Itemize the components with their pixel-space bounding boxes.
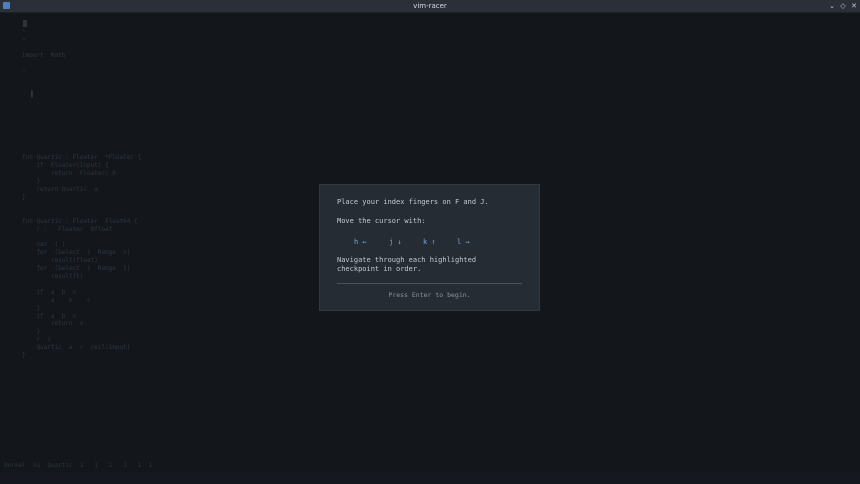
- instructions-dialog: Place your index fingers on F and J. Mov…: [319, 184, 540, 311]
- start-prompt[interactable]: Press Enter to begin.: [320, 291, 539, 299]
- key-k-up: k ↑: [423, 238, 436, 246]
- window-title: vim-racer: [413, 2, 447, 10]
- key-j-down: j ↓: [389, 238, 402, 246]
- instruction-move: Move the cursor with:: [337, 217, 426, 225]
- instruction-checkpoint: checkpoint in order.: [337, 265, 422, 273]
- title-bar: vim-racer ⌄ ◇ ✕: [0, 0, 860, 13]
- instruction-navigate: Navigate through each highlighted: [337, 256, 477, 264]
- key-h-left: h ←: [354, 238, 367, 246]
- movement-keys: h ← j ↓ k ↑ l →: [354, 238, 514, 248]
- key-l-right: l →: [457, 238, 470, 246]
- status-line: Normal Sq Quartic 1 1 1 1 1 1: [4, 462, 153, 469]
- instruction-fingers: Place your index fingers on F and J.: [337, 198, 489, 206]
- close-button[interactable]: ✕: [848, 0, 860, 12]
- code-text: 1 ~ ~ import Math ~ ▐ fun Quartic: Floa…: [22, 20, 142, 360]
- dialog-divider: [337, 283, 522, 284]
